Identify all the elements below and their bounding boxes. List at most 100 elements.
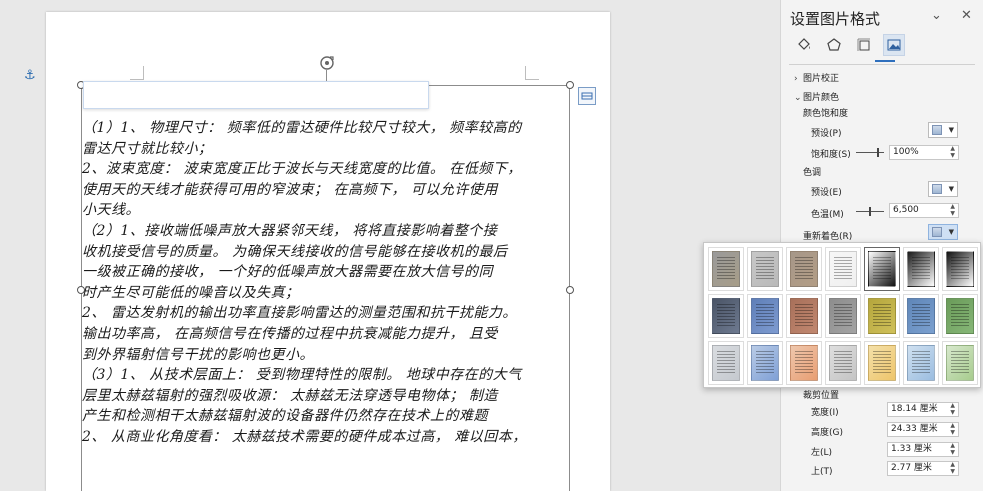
recolor-option[interactable]: [786, 294, 822, 338]
recolor-preview: [829, 345, 857, 381]
recolor-option[interactable]: [786, 341, 822, 385]
left-label: 左(L): [811, 448, 833, 458]
chevron-down-icon: ▼: [948, 228, 954, 236]
recolor-option[interactable]: [903, 247, 939, 291]
handwriting-line: 2、 从商业化角度看： 太赫兹技术需要的硬件成本过高， 难以回本，: [82, 428, 527, 445]
recolor-preview: [712, 345, 740, 381]
section-picture-color[interactable]: ⌄图片颜色: [794, 90, 839, 103]
recolor-preview: [790, 251, 818, 287]
pane-options-icon[interactable]: ⌄: [931, 8, 942, 23]
recolor-option[interactable]: [747, 247, 783, 291]
layout-options-icon[interactable]: [578, 87, 596, 105]
spinner-icon[interactable]: ▲ ▼: [950, 461, 955, 475]
saturation-value: 100%: [893, 147, 919, 157]
recolor-preview: [907, 298, 935, 334]
height-value: 24.33 厘米: [891, 424, 938, 434]
section-label: 图片颜色: [803, 93, 840, 103]
rotate-handle-icon[interactable]: [318, 54, 336, 72]
handwriting-line: 产生和检测相干太赫兹辐射波的设备器件仍然存在技术上的难题: [82, 408, 488, 425]
recolor-picker[interactable]: ▼: [928, 224, 958, 240]
recolor-preview: [751, 345, 779, 381]
spinner-icon[interactable]: ▲ ▼: [950, 203, 955, 217]
recolor-preview: [790, 298, 818, 334]
recolor-option[interactable]: [942, 294, 978, 338]
width-label: 宽度(I): [811, 408, 839, 418]
recolor-option[interactable]: [903, 294, 939, 338]
saturation-input[interactable]: 100% ▲ ▼: [889, 145, 959, 160]
resize-handle[interactable]: [566, 81, 574, 89]
recolor-preview: [712, 251, 740, 287]
spinner-icon[interactable]: ▲ ▼: [950, 145, 955, 159]
document-page[interactable]: （1）1、 物理尺寸： 频率低的雷达硬件比较尺寸较大， 频率较高的 雷达尺寸就比较…: [46, 12, 610, 491]
section-picture-correction[interactable]: › 图片校正: [794, 71, 839, 84]
recolor-preview: [751, 298, 779, 334]
recolor-preview: [946, 345, 974, 381]
saturation-slider[interactable]: [856, 152, 884, 153]
top-input[interactable]: 2.77 厘米 ▲ ▼: [887, 461, 959, 476]
recolor-option[interactable]: [864, 294, 900, 338]
spinner-icon[interactable]: ▲ ▼: [950, 422, 955, 436]
recolor-option[interactable]: [786, 247, 822, 291]
recolor-option[interactable]: [825, 294, 861, 338]
recolor-option[interactable]: [942, 247, 978, 291]
document-area: （1）1、 物理尺寸： 频率低的雷达硬件比较尺寸较大， 频率较高的 雷达尺寸就比较…: [0, 0, 780, 491]
handwriting-line: 到外界辐射信号干扰的影响也更小。: [82, 346, 314, 363]
section-label: 图片校正: [803, 74, 840, 84]
handwriting-line: 使用天的天线才能获得可用的窄波束； 在高频下， 可以允许使用: [82, 181, 498, 198]
temperature-label: 色温(M): [811, 210, 844, 220]
handwriting-line: （1）1、 物理尺寸： 频率低的雷达硬件比较尺寸较大， 频率较高的: [82, 120, 522, 136]
tone-preset-picker[interactable]: ▼: [928, 181, 958, 197]
recolor-preview: [946, 298, 974, 334]
recolor-preview: [907, 251, 935, 287]
layout-size-icon[interactable]: [853, 34, 875, 56]
height-input[interactable]: 24.33 厘米 ▲ ▼: [887, 422, 959, 437]
recolor-option[interactable]: [747, 341, 783, 385]
recolor-option[interactable]: [708, 247, 744, 291]
recolor-option[interactable]: [864, 247, 900, 291]
recolor-option[interactable]: [825, 247, 861, 291]
recolor-option[interactable]: [825, 341, 861, 385]
handwriting-line: 小天线。: [82, 202, 140, 219]
color-saturation-heading: 颜色饱和度: [803, 109, 849, 119]
picture-icon: [932, 227, 942, 237]
handwriting-line: （3）1、 从技术层面上： 受到物理特性的限制。 地球中存在的大气: [82, 367, 522, 384]
top-label: 上(T): [811, 467, 833, 477]
handwriting-line: 一级被正确的接收， 一个好的低噪声放大器需要在放大信号的同: [82, 264, 493, 281]
saturation-preset-picker[interactable]: ▼: [928, 122, 958, 138]
recolor-option[interactable]: [942, 341, 978, 385]
width-input[interactable]: 18.14 厘米 ▲ ▼: [887, 402, 959, 417]
spinner-icon[interactable]: ▲ ▼: [950, 402, 955, 416]
picture-icon[interactable]: [883, 34, 905, 56]
pentagon-icon[interactable]: [823, 34, 845, 56]
saturation-label: 饱和度(S): [811, 150, 851, 160]
temperature-input[interactable]: 6,500 ▲ ▼: [889, 203, 959, 218]
pane-title: 设置图片格式: [790, 10, 881, 28]
recolor-preview: [868, 345, 896, 381]
recolor-option[interactable]: [708, 341, 744, 385]
paint-bucket-icon[interactable]: [793, 34, 815, 56]
handwriting-line: 2、波束宽度： 波束宽度正比于波长与天线宽度的比值。 在低频下，: [82, 161, 522, 178]
tone-preset-label: 预设(E): [811, 188, 842, 198]
saturation-preset-label: 预设(P): [811, 129, 842, 139]
chevron-down-icon: ▼: [948, 185, 954, 193]
recolor-preview: [751, 251, 779, 287]
close-icon[interactable]: ✕: [961, 8, 972, 23]
margin-corner-marker: [130, 66, 144, 80]
left-input[interactable]: 1.33 厘米 ▲ ▼: [887, 442, 959, 457]
recolor-option[interactable]: [864, 341, 900, 385]
saturation-slider-thumb[interactable]: [877, 148, 879, 157]
tone-heading: 色调: [803, 168, 822, 178]
picture-icon: [932, 184, 942, 194]
recolor-gallery: [703, 242, 981, 388]
spinner-icon[interactable]: ▲ ▼: [950, 442, 955, 456]
recolor-option[interactable]: [747, 294, 783, 338]
recolor-preview: [946, 251, 974, 287]
recolor-option[interactable]: [903, 341, 939, 385]
recolor-preview: [790, 345, 818, 381]
temperature-slider-thumb[interactable]: [869, 207, 871, 216]
blank-tooltip: [83, 81, 429, 109]
margin-corner-marker: [525, 66, 539, 80]
recolor-preview: [868, 298, 896, 334]
recolor-option[interactable]: [708, 294, 744, 338]
height-label: 高度(G): [811, 428, 843, 438]
